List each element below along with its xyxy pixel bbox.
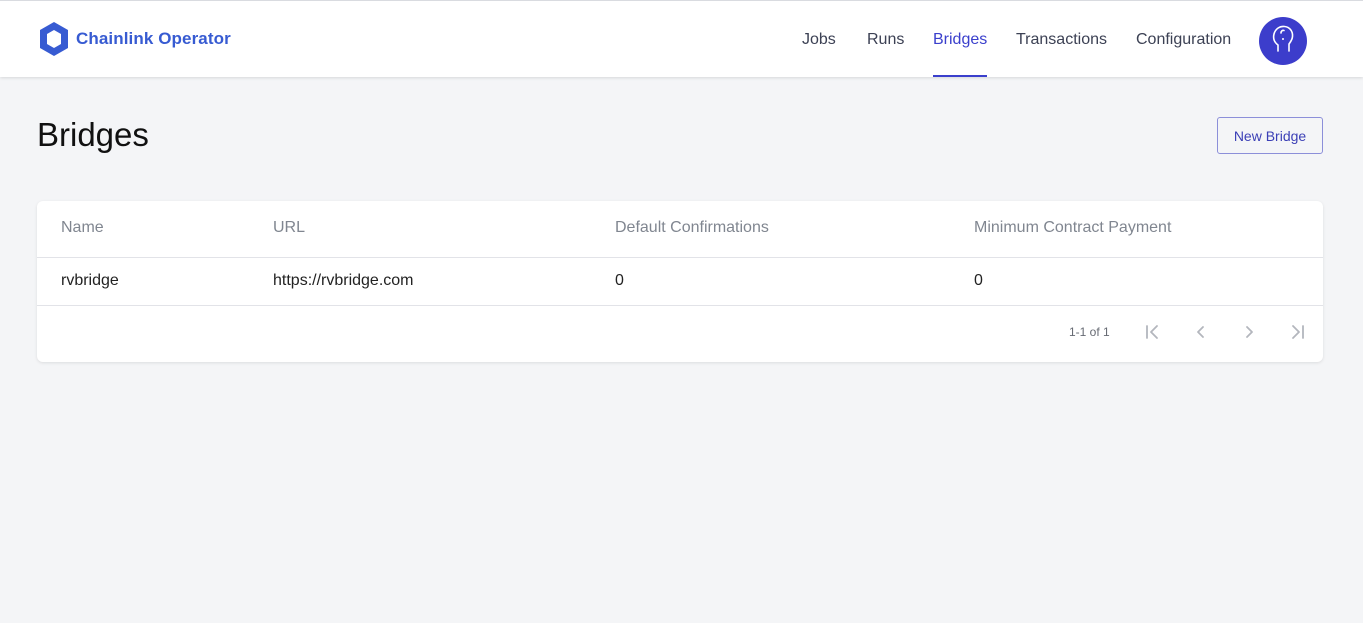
new-bridge-button[interactable]: New Bridge — [1217, 117, 1323, 154]
brand-name: Chainlink Operator — [76, 29, 231, 48]
nav-item-configuration[interactable]: Configuration — [1136, 1, 1231, 77]
pagination-label: 1-1 of 1 — [1069, 325, 1110, 339]
column-header-url: URL — [273, 219, 306, 236]
last-page-button[interactable] — [1283, 318, 1311, 346]
first-page-button[interactable] — [1139, 318, 1167, 346]
bridge-min-payment-cell: 0 — [974, 272, 983, 289]
nav-item-runs[interactable]: Runs — [867, 1, 904, 77]
next-page-button[interactable] — [1235, 318, 1263, 346]
next-page-icon — [1246, 326, 1253, 338]
nav-item-bridges[interactable]: Bridges — [933, 1, 988, 77]
bridge-url-cell: https://rvbridge.com — [273, 272, 414, 289]
prev-page-button[interactable] — [1187, 318, 1215, 346]
page-title: Bridges — [37, 116, 149, 153]
avatar[interactable] — [1259, 17, 1307, 65]
last-page-icon — [1292, 325, 1304, 339]
bridge-confirmations-cell: 0 — [615, 272, 624, 289]
first-page-icon — [1146, 325, 1158, 339]
table-row[interactable]: rvbridge https://rvbridge.com 0 0 — [37, 258, 1323, 306]
bridges-table-card: Name URL Default Confirmations Minimum C… — [37, 201, 1323, 362]
top-app-bar: Chainlink Operator Jobs Runs Bridges Tra… — [0, 0, 1363, 77]
brand-logo-link[interactable]: Chainlink Operator — [38, 21, 231, 57]
column-header-default-confirmations: Default Confirmations — [615, 219, 769, 236]
bridge-name-cell[interactable]: rvbridge — [61, 272, 119, 290]
prev-page-icon — [1197, 326, 1204, 338]
chainlink-hexagon-icon — [38, 21, 70, 57]
user-head-icon — [1269, 24, 1297, 59]
table-header-row: Name URL Default Confirmations Minimum C… — [37, 201, 1323, 258]
column-header-minimum-contract-payment: Minimum Contract Payment — [974, 219, 1172, 236]
nav-item-transactions[interactable]: Transactions — [1016, 1, 1107, 77]
nav-item-jobs[interactable]: Jobs — [802, 1, 836, 77]
column-header-name: Name — [61, 219, 104, 236]
